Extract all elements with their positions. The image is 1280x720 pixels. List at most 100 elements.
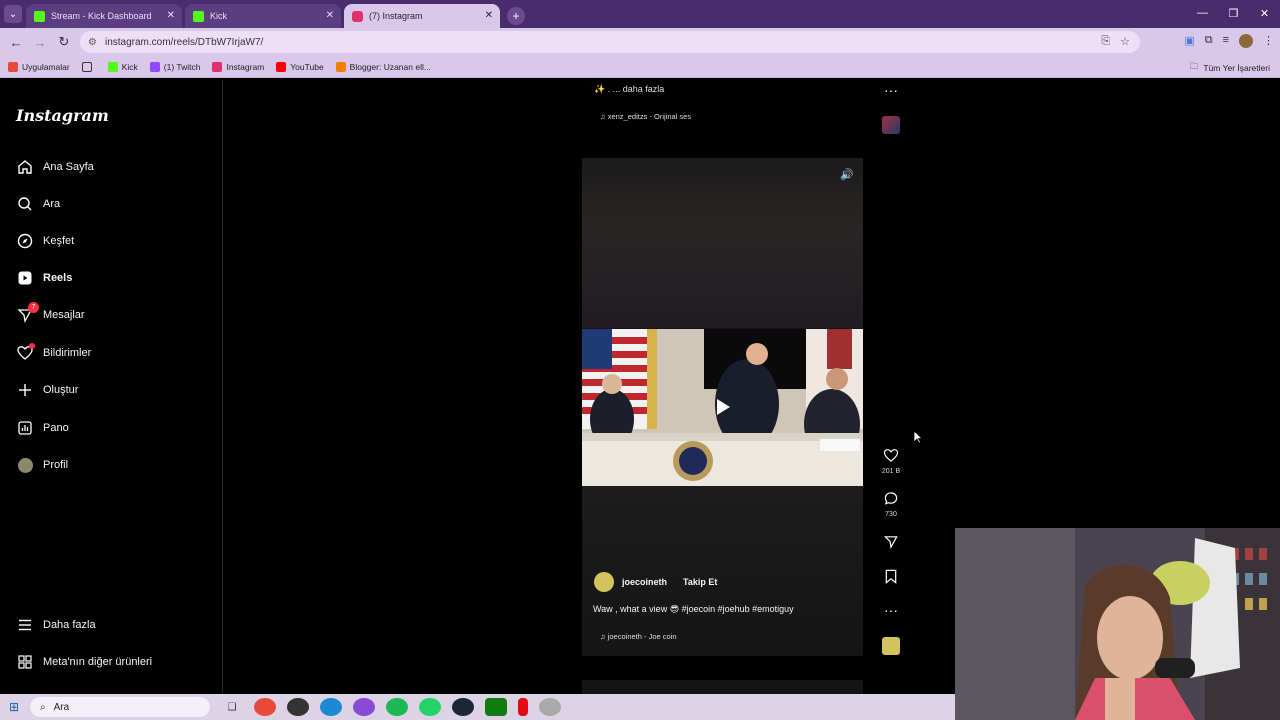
like-button[interactable]: 201 B — [880, 448, 902, 475]
bookmark-kick[interactable]: Kick — [107, 61, 138, 72]
address-bar[interactable]: ⚙ instagram.com/reels/DTbW7IrjaW7/ — [80, 31, 1140, 53]
new-tab-button[interactable]: + — [507, 7, 525, 25]
bookmark-instagram[interactable]: Instagram — [212, 61, 264, 72]
sidebar-item-more[interactable]: Daha fazla — [16, 614, 96, 636]
compass-icon — [16, 232, 34, 250]
youtube-icon — [276, 61, 287, 72]
close-icon[interactable]: ✕ — [326, 10, 334, 21]
reel-audio-thumb[interactable] — [882, 637, 900, 655]
previous-reel-audio-thumb[interactable] — [882, 116, 900, 134]
install-icon[interactable]: ⎘ — [1101, 35, 1110, 48]
restore-icon[interactable]: ❐ — [1218, 0, 1249, 26]
sidebar-item-create[interactable]: Oluştur — [16, 379, 78, 401]
netflix-icon[interactable] — [518, 698, 528, 716]
instagram-logo[interactable]: Instagram — [16, 106, 109, 125]
extensions-icon[interactable]: ⧉ — [1205, 34, 1213, 48]
tab-kick-dashboard[interactable]: Stream - Kick Dashboard ✕ — [26, 4, 182, 28]
whatsapp-icon[interactable] — [419, 698, 441, 716]
translate-icon[interactable]: ▣ — [1184, 34, 1194, 48]
sound-icon[interactable]: 🔊 — [840, 168, 854, 181]
menu-icon — [16, 616, 34, 634]
spotify-icon[interactable] — [386, 698, 408, 716]
bookmark-grid[interactable] — [81, 61, 96, 72]
avatar-icon — [16, 456, 34, 474]
obs-icon[interactable] — [287, 698, 309, 716]
toolbar-extensions: ▣ ⧉ ≡ ⋮ — [1184, 34, 1274, 48]
more-menu-icon[interactable]: ⋮ — [1263, 34, 1274, 48]
reel-more-button[interactable]: ··· — [880, 602, 902, 618]
music-note-icon: ♫ — [600, 112, 608, 121]
forward-icon[interactable]: → — [28, 35, 52, 50]
tab-kick[interactable]: Kick ✕ — [185, 4, 341, 28]
bookmark-blogger[interactable]: Blogger: Uzanan ell... — [335, 61, 431, 72]
back-icon[interactable]: ← — [4, 35, 28, 50]
sidebar-item-notifications[interactable]: Bildirimler — [16, 342, 91, 364]
close-icon[interactable]: ✕ — [485, 10, 493, 21]
instagram-sidebar: Instagram Ana Sayfa Ara Keşfet Reels 7 M… — [0, 80, 223, 694]
webcam-image — [955, 528, 1280, 720]
close-window-icon[interactable]: ✕ — [1249, 0, 1280, 26]
media-icon[interactable]: ≡ — [1223, 34, 1229, 48]
reload-icon[interactable]: ↻ — [52, 34, 76, 50]
xbox-icon[interactable] — [485, 698, 507, 716]
bookmark-youtube[interactable]: YouTube — [276, 61, 324, 72]
bookmark-star-icon[interactable]: ☆ — [1120, 35, 1130, 48]
author-avatar[interactable] — [594, 572, 614, 592]
profile-avatar-icon[interactable] — [1239, 34, 1253, 48]
comment-button[interactable]: 730 — [880, 491, 902, 518]
reel-blurred-background-top — [582, 158, 863, 328]
sidebar-item-messages[interactable]: 7 Mesajlar — [16, 302, 85, 326]
reel-caption[interactable]: Waw , what a view 😎 #joecoin #joehub #em… — [593, 604, 794, 615]
comment-icon — [884, 492, 898, 505]
windows-taskbar: ⊞ ⌕ Ara ❏ — [0, 694, 955, 720]
messenger-app-icon[interactable] — [353, 698, 375, 716]
tab-instagram[interactable]: (7) Instagram ✕ — [344, 4, 500, 28]
tab-title: Stream - Kick Dashboard — [51, 11, 152, 21]
minimize-icon[interactable]: — — [1187, 0, 1218, 26]
sidebar-item-profile[interactable]: Profil — [16, 454, 68, 476]
play-icon[interactable] — [717, 399, 730, 415]
messages-badge: 7 — [28, 302, 39, 313]
save-button[interactable] — [880, 569, 902, 589]
messenger-icon: 7 — [16, 302, 39, 324]
sidebar-item-dashboard[interactable]: Pano — [16, 417, 69, 439]
share-button[interactable] — [880, 534, 902, 554]
bookmark-twitch[interactable]: (1) Twitch — [149, 61, 200, 72]
reel-audio[interactable]: ♫ joecoineth - Joe coin — [600, 632, 677, 641]
instagram-icon — [212, 61, 223, 72]
previous-reel-caption[interactable]: ✨ . ... daha fazla — [594, 84, 664, 95]
taskbar-search[interactable]: ⌕ Ara — [30, 697, 210, 717]
steam-icon[interactable] — [452, 698, 474, 716]
reel-video[interactable] — [582, 329, 863, 486]
reel-blurred-background-bottom — [582, 486, 863, 656]
mouse-cursor-icon — [913, 430, 923, 444]
edge-icon[interactable] — [320, 698, 342, 716]
site-info-icon[interactable]: ⚙ — [88, 37, 97, 48]
webcam-overlay — [955, 528, 1280, 720]
follow-button[interactable]: Takip Et — [683, 577, 717, 587]
heart-icon — [883, 449, 899, 462]
bookmark-apps[interactable]: Uygulamalar — [8, 61, 70, 72]
task-view-icon[interactable]: ❏ — [221, 698, 243, 716]
home-icon — [16, 158, 34, 176]
author-username[interactable]: joecoineth — [622, 577, 667, 587]
search-icon: ⌕ — [40, 701, 46, 713]
apps-grid-icon — [8, 61, 18, 72]
twitch-icon — [149, 61, 160, 72]
next-reel-card[interactable] — [582, 680, 863, 694]
kick-favicon-icon — [193, 10, 204, 22]
all-bookmarks[interactable]: 🗀 Tüm Yer İşaretleri — [1190, 61, 1270, 75]
sidebar-item-home[interactable]: Ana Sayfa — [16, 156, 94, 178]
sidebar-item-meta[interactable]: Meta'nın diğer ürünleri — [16, 651, 152, 673]
sidebar-item-search[interactable]: Ara — [16, 193, 60, 215]
sidebar-item-explore[interactable]: Keşfet — [16, 230, 74, 252]
windows-start-icon[interactable]: ⊞ — [0, 700, 28, 714]
app-icon[interactable] — [539, 698, 561, 716]
tab-title: (7) Instagram — [369, 11, 423, 21]
previous-reel-audio[interactable]: ♫ xenz_editzs - Orijinal ses — [600, 112, 691, 121]
chrome-icon[interactable] — [254, 698, 276, 716]
sidebar-item-reels[interactable]: Reels — [16, 267, 72, 289]
tab-search-button[interactable]: ⌄ — [4, 5, 22, 23]
close-icon[interactable]: ✕ — [167, 10, 175, 21]
previous-reel-more-button[interactable]: ··· — [880, 82, 902, 98]
